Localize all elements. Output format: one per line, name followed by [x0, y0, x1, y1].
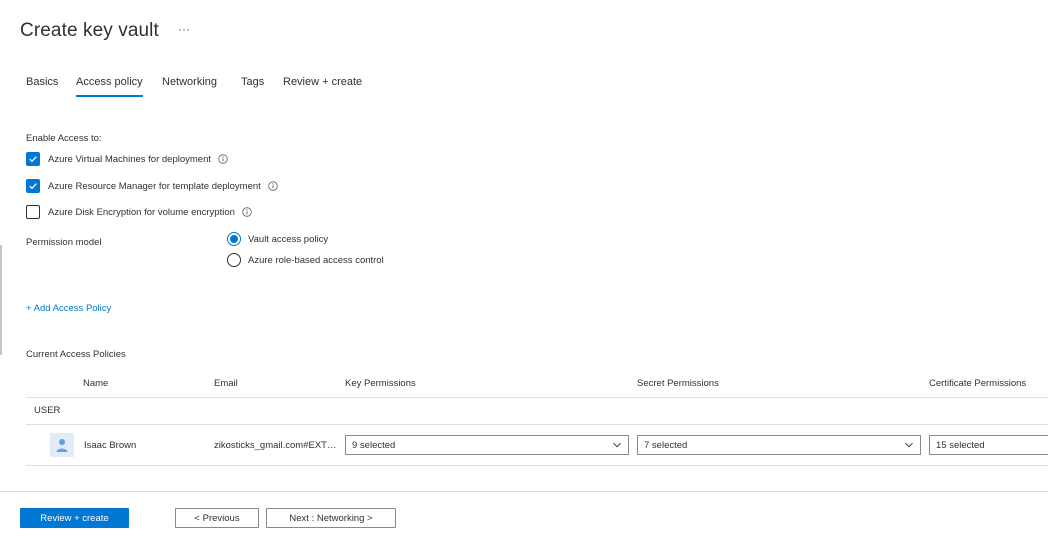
page-title: Create key vault	[20, 20, 159, 41]
more-options-button[interactable]: ···	[178, 22, 190, 36]
footer-divider	[0, 491, 1048, 492]
radio-label: Vault access policy	[248, 233, 329, 245]
secret-permissions-dropdown[interactable]: 7 selected	[637, 435, 921, 455]
chevron-down-icon	[905, 442, 913, 448]
chevron-down-icon	[613, 442, 621, 448]
column-header-email[interactable]: Email	[214, 378, 238, 389]
info-icon[interactable]	[242, 207, 252, 217]
checkbox-checked-icon[interactable]	[26, 179, 40, 193]
review-create-button[interactable]: Review + create	[20, 508, 129, 528]
column-header-secret-permissions[interactable]: Secret Permissions	[637, 378, 719, 389]
tab-review-create[interactable]: Review + create	[283, 76, 362, 88]
certificate-permissions-dropdown[interactable]: 15 selected	[929, 435, 1048, 455]
group-header-user: USER	[34, 405, 61, 416]
enable-access-label: Enable Access to:	[26, 133, 102, 144]
table-divider	[26, 465, 1048, 466]
previous-button[interactable]: < Previous	[175, 508, 259, 528]
policy-user-email: zikosticks_gmail.com#EXT#@zikostickshotm…	[214, 440, 338, 451]
table-divider	[26, 424, 1048, 425]
next-networking-button[interactable]: Next : Networking >	[266, 508, 396, 528]
left-scroll-edge	[0, 245, 2, 355]
user-avatar-icon	[50, 433, 74, 457]
checkbox-disk-encryption[interactable]: Azure Disk Encryption for volume encrypt…	[26, 204, 252, 220]
key-permissions-dropdown[interactable]: 9 selected	[345, 435, 629, 455]
dropdown-value: 9 selected	[352, 439, 396, 451]
dropdown-value: 7 selected	[644, 439, 688, 451]
radio-vault-access-policy[interactable]: Vault access policy	[227, 232, 328, 246]
checkbox-label: Azure Virtual Machines for deployment	[48, 153, 211, 165]
checkbox-label: Azure Resource Manager for template depl…	[48, 180, 261, 192]
radio-label: Azure role-based access control	[248, 254, 384, 266]
checkbox-vm-deployment[interactable]: Azure Virtual Machines for deployment	[26, 151, 228, 167]
add-access-policy-link[interactable]: + Add Access Policy	[26, 303, 111, 314]
checkbox-checked-icon[interactable]	[26, 152, 40, 166]
column-header-key-permissions[interactable]: Key Permissions	[345, 378, 416, 389]
table-divider	[26, 397, 1048, 398]
dropdown-value: 15 selected	[936, 439, 985, 451]
checkbox-label: Azure Disk Encryption for volume encrypt…	[48, 206, 235, 218]
column-header-certificate-permissions[interactable]: Certificate Permissions	[929, 378, 1026, 389]
tab-access-policy[interactable]: Access policy	[76, 76, 143, 88]
policy-user-name: Isaac Brown	[84, 440, 137, 451]
info-icon[interactable]	[268, 181, 278, 191]
tab-tags[interactable]: Tags	[241, 76, 264, 88]
checkbox-unchecked-icon[interactable]	[26, 205, 40, 219]
radio-unselected-icon[interactable]	[227, 253, 241, 267]
checkbox-arm-deployment[interactable]: Azure Resource Manager for template depl…	[26, 178, 278, 194]
permission-model-label: Permission model	[26, 237, 102, 248]
tab-basics[interactable]: Basics	[26, 76, 58, 88]
radio-selected-icon[interactable]	[227, 232, 241, 246]
active-tab-indicator	[76, 95, 143, 97]
info-icon[interactable]	[218, 154, 228, 164]
radio-azure-rbac[interactable]: Azure role-based access control	[227, 253, 384, 267]
current-access-policies-label: Current Access Policies	[26, 349, 126, 360]
column-header-name[interactable]: Name	[83, 378, 108, 389]
tab-networking[interactable]: Networking	[162, 76, 217, 88]
